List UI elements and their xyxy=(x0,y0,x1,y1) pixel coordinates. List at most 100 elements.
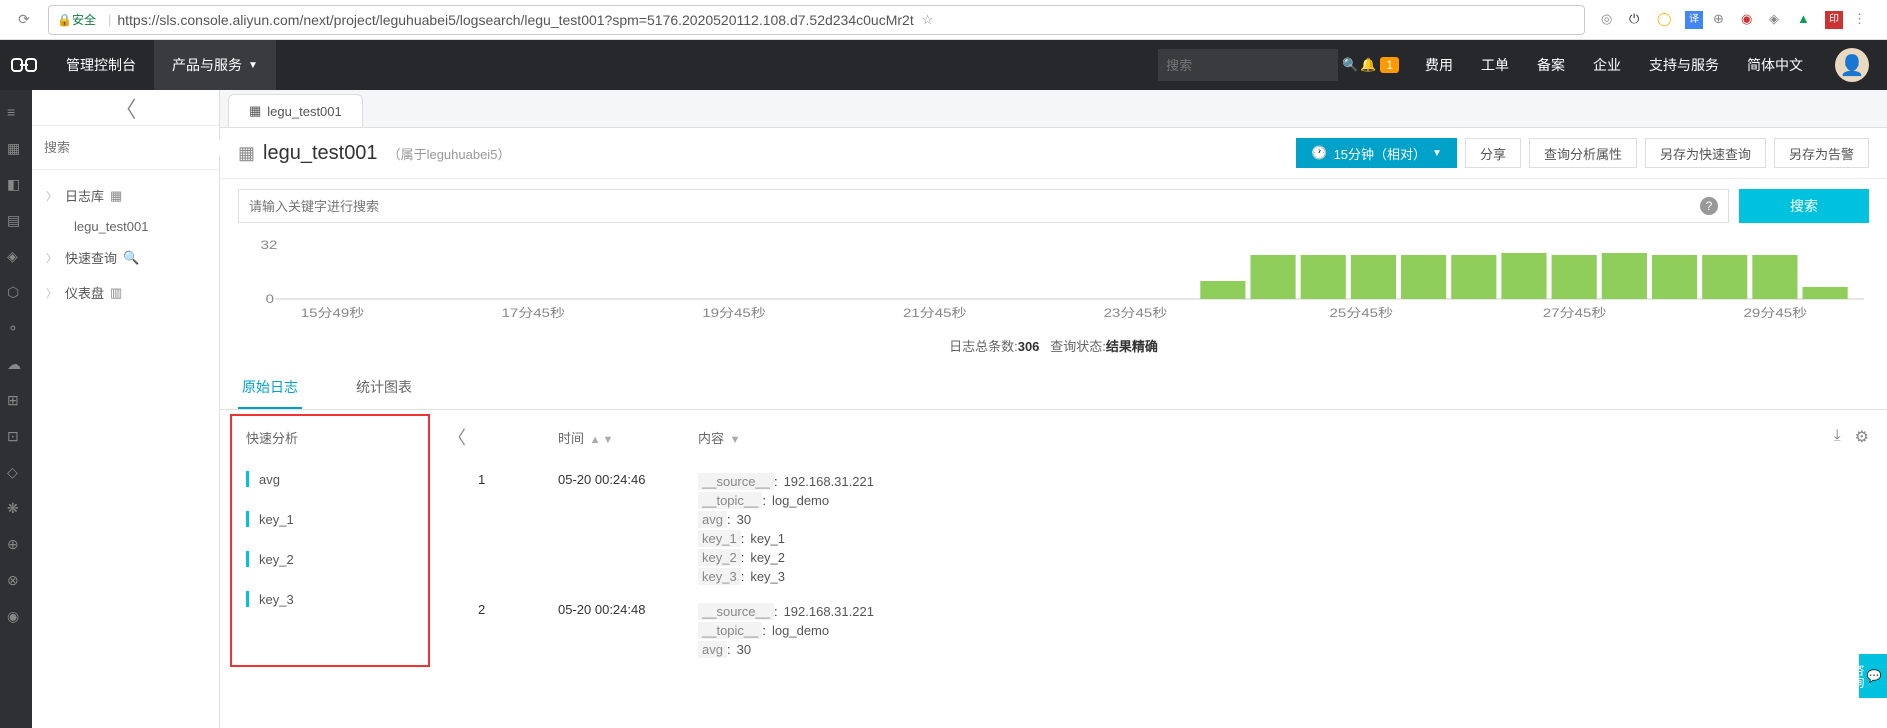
quick-item[interactable]: avg xyxy=(246,459,414,499)
histogram-bar[interactable] xyxy=(1451,255,1496,299)
reload-icon[interactable]: ⟳ xyxy=(14,11,34,28)
nav-support[interactable]: 支持与服务 xyxy=(1635,55,1733,75)
url-text: https://sls.console.aliyun.com/next/proj… xyxy=(117,12,913,28)
rail-icon[interactable]: ◧ xyxy=(7,176,25,190)
quick-item-bar xyxy=(246,591,249,607)
time-range-button[interactable]: 🕐 15分钟（相对） ▼ xyxy=(1296,138,1457,168)
table-row: 205-20 00:24:48__source__:192.168.31.221… xyxy=(448,594,1869,667)
secure-badge: 🔒 安全 xyxy=(57,11,96,28)
help-icon[interactable]: ? xyxy=(1700,197,1718,215)
rail-icon[interactable]: ⊕ xyxy=(7,536,25,550)
rail-icon[interactable]: ⚬ xyxy=(7,320,25,334)
download-icon[interactable]: ⤓ xyxy=(1834,427,1841,447)
rail-menu-icon[interactable]: ≡ xyxy=(7,104,25,118)
rail-icon[interactable]: ⊗ xyxy=(7,572,25,586)
bookmark-icon[interactable]: ☆ xyxy=(922,12,934,28)
rail-icon[interactable]: ◈ xyxy=(7,248,25,262)
header-search[interactable]: 🔍 xyxy=(1158,49,1338,81)
browser-address-bar: ⟳ 🔒 安全 | https://sls.console.aliyun.com/… xyxy=(0,0,1887,40)
tree-node-quick[interactable]: 〉 快速查询 🔍 xyxy=(32,240,219,275)
settings-icon[interactable]: ⚙ xyxy=(1855,427,1869,447)
histogram-bar[interactable] xyxy=(1803,287,1848,299)
rail-icon[interactable]: ▦ xyxy=(7,140,25,154)
nav-record[interactable]: 备案 xyxy=(1523,55,1579,75)
rail-icon[interactable]: ⊡ xyxy=(7,428,25,442)
header-search-input[interactable] xyxy=(1166,58,1342,73)
tab-logstore[interactable]: ▦ legu_test001 xyxy=(228,94,363,127)
save-quick-button[interactable]: 另存为快速查询 xyxy=(1645,138,1766,168)
quick-item-bar xyxy=(246,551,249,567)
histogram-bar[interactable] xyxy=(1752,255,1797,299)
sort-desc-icon: ▼ xyxy=(603,434,614,446)
nav-lang[interactable]: 简体中文 xyxy=(1733,55,1817,75)
histogram-bar[interactable] xyxy=(1301,255,1346,299)
x-tick: 27分45秒 xyxy=(1543,306,1607,319)
nav-cost[interactable]: 费用 xyxy=(1411,55,1467,75)
col-time[interactable]: 时间 ▲▼ xyxy=(558,428,698,447)
side-search-input[interactable] xyxy=(32,140,232,155)
x-tick: 29分45秒 xyxy=(1744,306,1808,319)
quick-item[interactable]: key_1 xyxy=(246,499,414,539)
nav-console[interactable]: 管理控制台 xyxy=(48,40,154,90)
tree-node-logstore[interactable]: 〉 日志库 ▦ xyxy=(32,178,219,213)
log-table: 〈 时间 ▲▼ 内容 ▼ ⤓ ⚙ 105-20 00:24:46__ xyxy=(430,410,1887,667)
nav-enterprise[interactable]: 企业 xyxy=(1579,55,1635,75)
query-input-wrap: ? xyxy=(238,189,1729,223)
chevron-right-icon: 〉 xyxy=(46,285,57,301)
clock-icon: 🕐 xyxy=(1311,145,1327,161)
title-row: ▦ legu_test001 （属于leguhuabei5） 🕐 15分钟（相对… xyxy=(220,128,1887,179)
stats-line: 日志总条数:306 查询状态:结果精确 xyxy=(220,330,1887,367)
histogram-bar[interactable] xyxy=(1501,253,1546,299)
nav-products[interactable]: 产品与服务 ▼ xyxy=(154,40,276,90)
histogram-bar[interactable] xyxy=(1250,255,1295,299)
tab-stat-chart[interactable]: 统计图表 xyxy=(352,367,416,409)
log-field: key_2:key_2 xyxy=(698,548,1789,567)
query-input[interactable] xyxy=(249,199,1700,214)
quick-item[interactable]: key_2 xyxy=(246,539,414,579)
rail-icon[interactable]: ◉ xyxy=(7,608,25,622)
notif-badge: 1 xyxy=(1380,57,1399,73)
histogram-bar[interactable] xyxy=(1602,253,1647,299)
tab-raw-log[interactable]: 原始日志 xyxy=(238,367,302,409)
quick-analysis-panel: 快速分析 avgkey_1key_2key_3 xyxy=(230,414,430,667)
rail-icon[interactable]: ⬡ xyxy=(7,284,25,298)
histogram-bar[interactable] xyxy=(1552,255,1597,299)
log-field: __topic__:log_demo xyxy=(698,621,1789,640)
rail-icon[interactable]: ▤ xyxy=(7,212,25,226)
histogram-bar[interactable] xyxy=(1652,255,1697,299)
search-button[interactable]: 搜索 xyxy=(1739,189,1869,223)
address-box[interactable]: 🔒 安全 | https://sls.console.aliyun.com/ne… xyxy=(48,5,1585,35)
tree-node-dashboard[interactable]: 〉 仪表盘 ▥ xyxy=(32,275,219,310)
row-index: 1 xyxy=(478,472,558,586)
histogram-bar[interactable] xyxy=(1200,281,1245,299)
col-content[interactable]: 内容 ▼ xyxy=(698,428,1789,447)
rail-icon[interactable]: ◇ xyxy=(7,464,25,478)
side-search: 🔍 xyxy=(32,126,219,170)
histogram-bar[interactable] xyxy=(1351,255,1396,299)
save-alert-button[interactable]: 另存为告警 xyxy=(1774,138,1869,168)
rail-icon[interactable]: ⊞ xyxy=(7,392,25,406)
log-field: key_3:key_3 xyxy=(698,567,1789,586)
quick-item[interactable]: key_3 xyxy=(246,579,414,619)
tree-child-logstore[interactable]: legu_test001 xyxy=(32,213,219,240)
x-tick: 15分49秒 xyxy=(301,306,365,319)
x-tick: 19分45秒 xyxy=(702,306,766,319)
share-button[interactable]: 分享 xyxy=(1465,138,1521,168)
histogram-bar[interactable] xyxy=(1702,255,1747,299)
rail-icon[interactable]: ❋ xyxy=(7,500,25,514)
notification-bell[interactable]: 🔔 1 xyxy=(1348,57,1411,73)
page-prev-icon[interactable]: 〈 xyxy=(448,424,478,450)
log-field: key_1:key_1 xyxy=(698,529,1789,548)
rail-icon[interactable]: ☁ xyxy=(7,356,25,370)
histogram-chart: 32 0 15分49秒17分45秒19分45秒21分45秒23分45秒25分45… xyxy=(220,233,1887,330)
chat-icon: 💬 xyxy=(1867,669,1881,684)
histogram-bar[interactable] xyxy=(1401,255,1446,299)
x-tick: 25分45秒 xyxy=(1330,306,1394,319)
nav-ticket[interactable]: 工单 xyxy=(1467,55,1523,75)
x-tick: 23分45秒 xyxy=(1104,306,1168,319)
user-avatar[interactable]: 👤 xyxy=(1835,48,1869,82)
side-back-button[interactable]: 〈 xyxy=(32,90,219,126)
row-time: 05-20 00:24:48 xyxy=(558,602,698,659)
analyze-attr-button[interactable]: 查询分析属性 xyxy=(1529,138,1637,168)
float-consult-button[interactable]: 💬 咨询 xyxy=(1859,654,1887,698)
